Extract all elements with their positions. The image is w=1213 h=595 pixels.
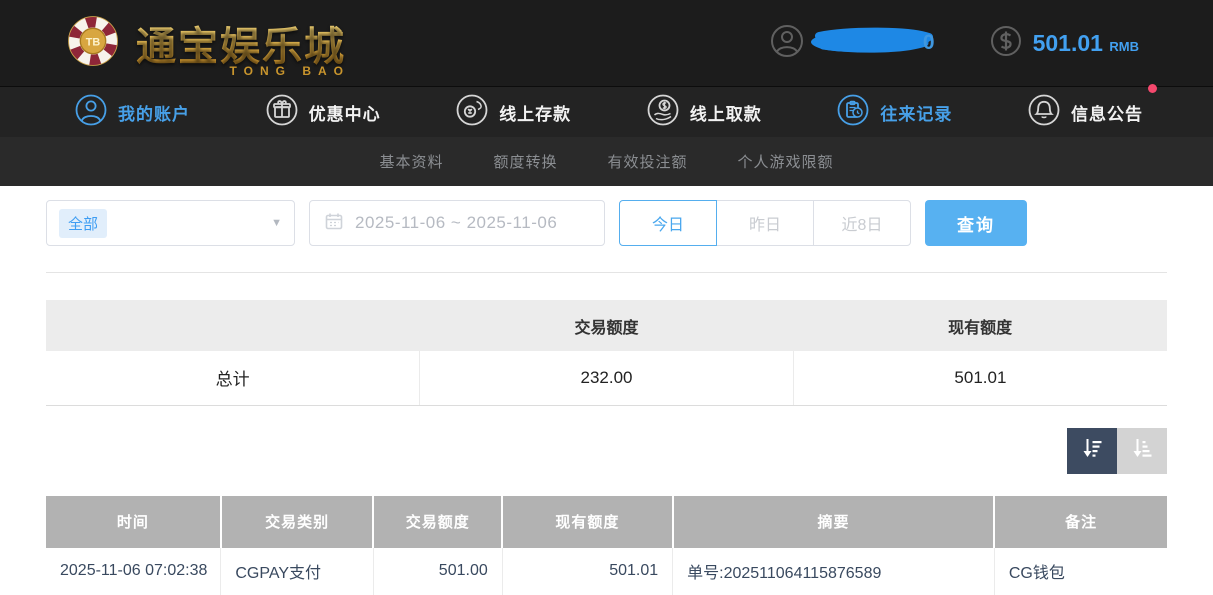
table-row: 2025-11-06 07:02:38 CGPAY支付 501.00 501.0… [46,548,1167,595]
subnav-item-basic-info[interactable]: 基本资料 [379,151,443,172]
top-header: TB 通宝娱乐城 TONG BAO [0,0,1213,86]
selected-type-chip: 全部 [59,209,107,238]
username-redaction-scribble [809,24,937,63]
summary-header-current-balance: 现有额度 [793,300,1167,351]
summary-current-balance-value: 501.01 [793,351,1167,405]
last-8-days-button[interactable]: 近8日 [813,200,911,246]
record-memo: 单号:202511064115876589 [673,548,995,595]
section-divider [46,272,1167,273]
user-avatar-icon [769,23,805,64]
records-header-transaction-amount: 交易额度 [373,496,502,548]
nav-item-my-account[interactable]: 我的账户 [74,93,190,132]
user-account[interactable]: 0 [769,23,935,64]
records-header-row: 时间 交易类别 交易额度 现有额度 摘要 备注 [46,496,1167,548]
records-table: 时间 交易类别 交易额度 现有额度 摘要 备注 2025-11-06 07:02… [46,496,1167,595]
nav-item-announcements[interactable]: 信息公告 [1027,93,1143,132]
page: TB 通宝娱乐城 TONG BAO [0,0,1213,595]
record-type: CGPAY支付 [221,548,373,595]
records-header-note: 备注 [994,496,1167,548]
dollar-coin-icon [989,24,1023,63]
nav-item-online-withdrawal[interactable]: 线上取款 [646,93,762,132]
balance-amount: 501.01 [1033,30,1103,56]
svg-text:TB: TB [86,36,101,48]
account-sub-navigation: 基本资料 额度转换 有效投注额 个人游戏限额 [0,137,1213,186]
yesterday-button[interactable]: 昨日 [716,200,814,246]
summary-header-empty [46,300,420,351]
calendar-icon [324,211,344,236]
summary-total-row: 总计 232.00 501.01 [46,351,1167,405]
subnav-item-valid-bets[interactable]: 有效投注额 [608,151,688,172]
records-header-type: 交易类别 [221,496,373,548]
record-current-balance: 501.01 [502,548,672,595]
record-time: 2025-11-06 07:02:38 [46,548,221,595]
chevron-down-icon: ▼ [271,217,282,229]
nav-item-online-deposit[interactable]: 线上存款 [455,93,571,132]
subnav-item-credit-transfer[interactable]: 额度转换 [493,151,557,172]
sort-descending-icon [1080,436,1104,465]
nav-item-transaction-records[interactable]: 往来记录 [836,93,952,132]
summary-total-label: 总计 [46,351,420,405]
records-header-current-balance: 现有额度 [502,496,672,548]
withdraw-icon [646,93,680,132]
subnav-item-personal-game-limits[interactable]: 个人游戏限额 [738,151,834,172]
username-visible-char: 0 [923,31,935,55]
quick-date-button-group: 今日 昨日 近8日 [619,200,911,246]
deposit-icon [455,93,489,132]
summary-header-transaction-amount: 交易额度 [420,300,794,351]
balance-display[interactable]: 501.01 RMB [989,24,1139,63]
gift-icon [265,93,299,132]
brand-title: 通宝娱乐城 [136,25,346,69]
summary-header-row: 交易额度 现有额度 [46,300,1167,351]
bell-icon [1027,93,1061,132]
date-range-value: 2025-11-06 ~ 2025-11-06 [355,213,557,233]
summary-table: 交易额度 现有额度 总计 232.00 501.01 [46,300,1167,406]
main-navigation: 我的账户 优惠中心 线上存款 [0,86,1213,137]
poker-chip-logo-icon: TB [64,12,122,75]
records-header-time: 时间 [46,496,221,548]
nav-item-promotions[interactable]: 优惠中心 [265,93,381,132]
notification-dot [1148,84,1157,93]
record-transaction-amount: 501.00 [373,548,502,595]
balance-currency: RMB [1109,39,1139,54]
transaction-type-select[interactable]: 全部 ▼ [46,200,295,246]
date-range-input[interactable]: 2025-11-06 ~ 2025-11-06 [309,200,605,246]
sort-ascending-button[interactable] [1117,428,1167,474]
today-button[interactable]: 今日 [619,200,717,246]
filter-bar: 全部 ▼ 2025-11-06 ~ 2025-11-06 今日 昨日 近8日 [46,200,1167,246]
sort-descending-button[interactable] [1067,428,1117,474]
sort-ascending-icon [1130,436,1154,465]
search-button[interactable]: 查询 [925,200,1027,246]
records-icon [836,93,870,132]
records-header-memo: 摘要 [673,496,995,548]
brand-logo[interactable]: TB 通宝娱乐城 TONG BAO [64,12,352,75]
brand-subtitle: TONG BAO [230,64,350,78]
summary-transaction-amount-value: 232.00 [420,351,794,405]
record-note: CG钱包 [994,548,1167,595]
sort-controls [46,428,1167,474]
user-icon [74,93,108,132]
